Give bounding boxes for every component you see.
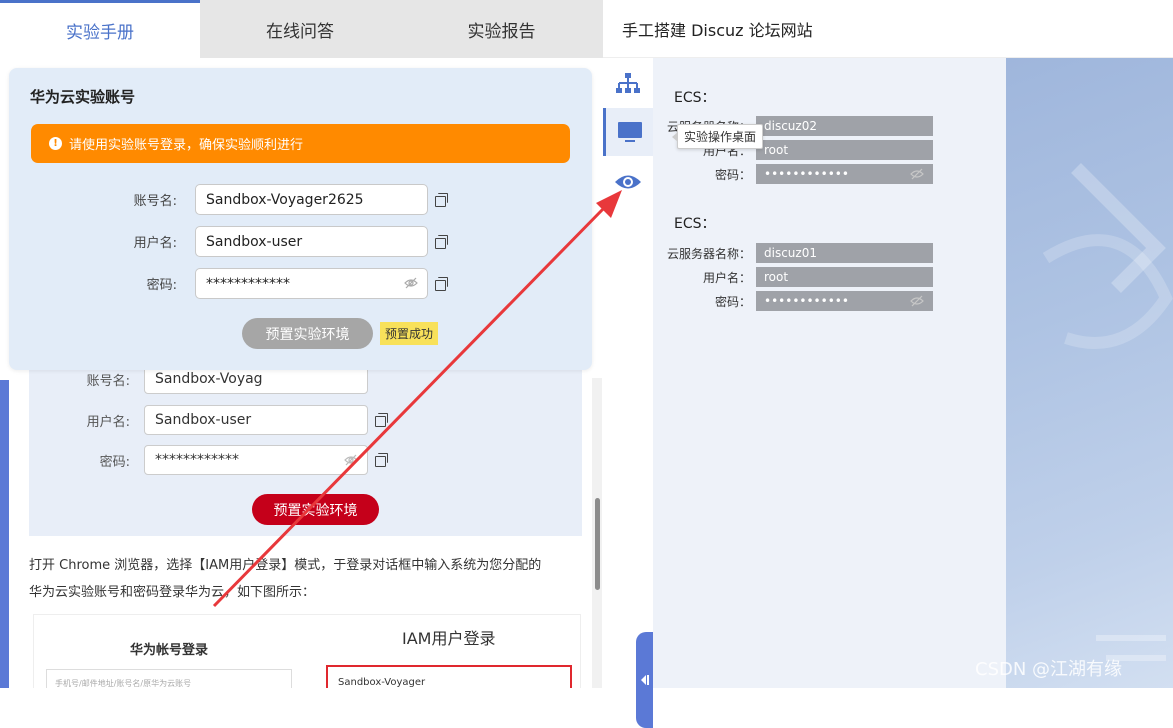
shot-iam-input: Sandbox-Voyager bbox=[326, 665, 572, 688]
ecs-row-password: 密码： •••••••••••• bbox=[653, 291, 933, 311]
rail-view-button[interactable] bbox=[603, 158, 653, 206]
username-label: 用户名： bbox=[702, 270, 751, 285]
collapse-panel-button[interactable] bbox=[636, 632, 653, 728]
eye-icon bbox=[615, 175, 641, 189]
password-label: 密码: bbox=[146, 278, 177, 293]
doc-field-username: 用户名: Sandbox-user bbox=[68, 405, 389, 435]
doc-password-value: ************ bbox=[155, 452, 239, 468]
resource-info-panel: ECS： 云服务器名称： discuz02 用户名： root 密码： ••••… bbox=[653, 58, 1006, 688]
doc-account-value: Sandbox-Voyag bbox=[155, 371, 263, 387]
experiment-panel: 手工搭建 Discuz 论坛网站 ECS： discuz02 用户名： root… bbox=[603, 0, 1173, 728]
doc-copy-icon bbox=[375, 453, 389, 467]
password-value: ************ bbox=[206, 275, 290, 292]
experiment-title: 手工搭建 Discuz 论坛网站 bbox=[603, 0, 1173, 58]
username-value: Sandbox-user bbox=[206, 233, 303, 250]
account-name-input[interactable]: Sandbox-Voyager2625 bbox=[195, 184, 428, 215]
ecs-row-username: 用户名： root bbox=[653, 267, 933, 287]
password-label: 密码： bbox=[714, 167, 751, 182]
collapse-icon bbox=[640, 675, 649, 685]
doc-copy-icon bbox=[375, 413, 389, 427]
password-input[interactable]: ************ bbox=[195, 268, 428, 299]
info-icon: ! bbox=[49, 137, 62, 150]
copy-icon[interactable] bbox=[435, 276, 449, 291]
topology-icon bbox=[616, 73, 640, 93]
field-password: 密码: ************ bbox=[109, 268, 449, 299]
password-field: •••••••••••• bbox=[756, 164, 933, 184]
setup-success-badge: 预置成功 bbox=[380, 322, 439, 345]
password-label: 密码： bbox=[714, 294, 751, 309]
eye-off-icon bbox=[344, 454, 358, 466]
card-title: 华为云实验账号 bbox=[30, 88, 136, 106]
server-name-label: 云服务器名称： bbox=[666, 246, 751, 261]
field-username: 用户名: Sandbox-user bbox=[109, 226, 449, 257]
password-value: •••••••••••• bbox=[764, 294, 849, 308]
eye-off-icon[interactable] bbox=[404, 277, 418, 289]
copy-icon[interactable] bbox=[435, 192, 449, 207]
rail-desktop-button[interactable] bbox=[603, 108, 653, 156]
server-name-value: discuz02 bbox=[756, 116, 933, 136]
server-name-value: discuz01 bbox=[756, 243, 933, 263]
account-name-value: Sandbox-Voyager2625 bbox=[206, 191, 364, 208]
username-label: 用户名: bbox=[133, 236, 177, 251]
shot-huawei-login-title: 华为帐号登录 bbox=[130, 643, 209, 658]
setup-environment-button[interactable]: 预置实验环境 bbox=[242, 318, 373, 349]
ecs-row-password: 密码： •••••••••••• bbox=[653, 164, 933, 184]
tab-lab-manual[interactable]: 实验手册 bbox=[0, 0, 200, 58]
doc-password-input: ************ bbox=[144, 445, 368, 475]
tab-online-qa[interactable]: 在线问答 bbox=[200, 0, 400, 58]
eye-off-icon[interactable] bbox=[910, 295, 924, 307]
ecs-row-server: 云服务器名称： discuz01 bbox=[653, 243, 933, 263]
ecs-title: ECS： bbox=[674, 90, 716, 106]
side-indicator bbox=[0, 380, 9, 688]
password-field: •••••••••••• bbox=[756, 291, 933, 311]
rail-topology-button[interactable] bbox=[603, 60, 653, 108]
doc-paragraph-line1: 打开 Chrome 浏览器，选择【IAM用户登录】模式，于登录对话框中输入系统为… bbox=[29, 558, 542, 573]
password-value: •••••••••••• bbox=[764, 167, 849, 181]
ecs-title: ECS： bbox=[674, 216, 716, 232]
doc-login-screenshot: 华为帐号登录 IAM用户登录 手机号/邮件地址/账号名/原华为云账号 Sandb… bbox=[33, 614, 581, 688]
manual-content: 账号名: Sandbox-Voyag 用户名: Sandbox-user 密码:… bbox=[0, 58, 603, 688]
account-name-label: 账号名: bbox=[133, 194, 177, 209]
shot-account-input: 手机号/邮件地址/账号名/原华为云账号 bbox=[46, 669, 292, 688]
eye-off-icon[interactable] bbox=[910, 168, 924, 180]
lab-manual-panel: 实验手册 在线问答 实验报告 账号名: Sandbox-Voyag 用户名: S… bbox=[0, 0, 603, 688]
username-input[interactable]: Sandbox-user bbox=[195, 226, 428, 257]
csdn-watermark: CSDN @江湖有缘 bbox=[975, 659, 1123, 680]
doc-username-value: Sandbox-user bbox=[155, 412, 252, 428]
alert-text: 请使用实验账号登录，确保实验顺利进行 bbox=[69, 138, 304, 153]
doc-paragraph-line2: 华为云实验账号和密码登录华为云，如下图所示： bbox=[29, 585, 316, 600]
doc-password-label: 密码: bbox=[99, 454, 130, 470]
tab-bar: 实验手册 在线问答 实验报告 bbox=[0, 0, 603, 58]
copy-icon[interactable] bbox=[435, 234, 449, 249]
desktop-wallpaper-shape bbox=[1042, 163, 1173, 661]
scrollbar-thumb[interactable] bbox=[595, 498, 600, 590]
doc-setup-button: 预置实验环境 bbox=[252, 494, 379, 525]
doc-paragraph: 打开 Chrome 浏览器，选择【IAM用户登录】模式，于登录对话框中输入系统为… bbox=[29, 552, 589, 606]
login-alert: ! 请使用实验账号登录，确保实验顺利进行 bbox=[31, 124, 570, 163]
icon-rail bbox=[603, 58, 653, 728]
tab-lab-report[interactable]: 实验报告 bbox=[400, 0, 603, 58]
remote-desktop-preview[interactable] bbox=[1006, 58, 1173, 688]
monitor-icon bbox=[617, 122, 642, 142]
shot-iam-login-title: IAM用户登录 bbox=[402, 629, 496, 648]
doc-username-label: 用户名: bbox=[86, 414, 130, 430]
doc-field-password: 密码: ************ bbox=[68, 445, 389, 475]
field-account-name: 账号名: Sandbox-Voyager2625 bbox=[109, 184, 449, 215]
desktop-tooltip: 实验操作桌面 bbox=[671, 124, 764, 149]
doc-username-input: Sandbox-user bbox=[144, 405, 368, 435]
doc-account-label: 账号名: bbox=[86, 373, 130, 389]
username-value: root bbox=[756, 140, 933, 160]
username-value: root bbox=[756, 267, 933, 287]
lab-account-card: 华为云实验账号 ! 请使用实验账号登录，确保实验顺利进行 账号名: Sandbo… bbox=[9, 68, 592, 370]
